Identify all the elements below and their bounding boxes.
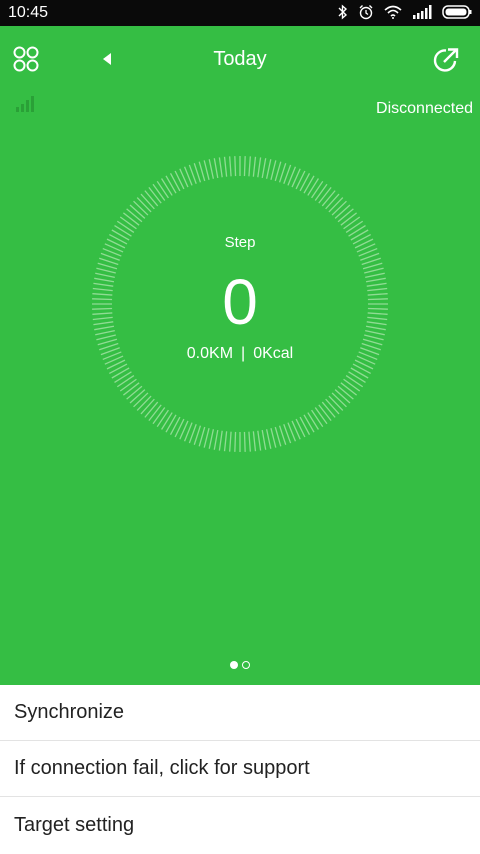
synchronize-item[interactable]: Synchronize [0, 685, 480, 741]
bluetooth-icon [338, 4, 348, 25]
step-label: Step [224, 234, 256, 251]
step-count: 0 [222, 266, 258, 338]
today-panel: Today Disconnected Step 0 0.0KM | 0Kcal [0, 26, 480, 685]
page-title: Today [213, 48, 267, 70]
page-indicator [0, 661, 480, 669]
alarm-icon [358, 4, 374, 25]
step-summary: 0.0KM | 0Kcal [0, 345, 480, 363]
status-time: 10:45 [8, 4, 49, 21]
distance-value: 0.0KM [186, 345, 234, 362]
calories-value: 0Kcal [253, 345, 294, 362]
signal-strength-icon [16, 96, 36, 117]
wifi-icon [384, 5, 402, 24]
page-dot [242, 661, 250, 669]
connection-status: Disconnected [376, 100, 473, 117]
support-item[interactable]: If connection fail, click for support [0, 741, 480, 797]
status-icons [338, 4, 472, 25]
cell-signal-icon [412, 5, 432, 24]
target-setting-item[interactable]: Target setting [0, 797, 480, 853]
action-menu: Synchronize If connection fail, click fo… [0, 685, 480, 853]
status-bar: 10:45 [0, 0, 480, 26]
share-icon[interactable] [433, 46, 461, 79]
summary-separator: | [241, 345, 246, 362]
battery-icon [442, 5, 472, 24]
page-dot-active [230, 661, 238, 669]
